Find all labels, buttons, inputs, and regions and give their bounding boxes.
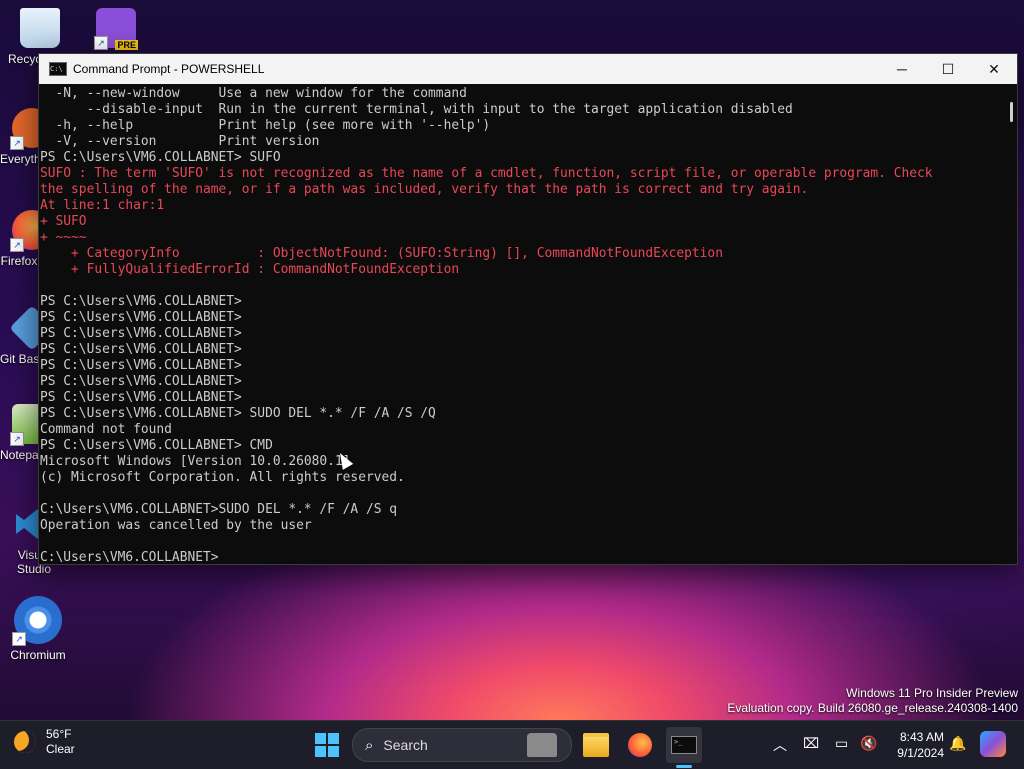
visual-studio-icon: ↗ PRE [94, 8, 138, 50]
console-line: PS C:\Users\VM6.COLLABNET> [40, 294, 242, 309]
weather-widget[interactable]: 56°F Clear [14, 727, 75, 757]
desktop-icon-chromium[interactable]: ↗ Chromium [6, 596, 70, 662]
shortcut-arrow-icon: ↗ [12, 632, 26, 646]
console-line: the spelling of the name, or if a path w… [40, 182, 809, 197]
desktop-icon-label: Notepad++ [0, 448, 38, 462]
console-line: --disable-input Run in the current termi… [40, 102, 793, 117]
console-line: Command not found [40, 422, 172, 437]
display-icon[interactable]: ▭ [835, 735, 848, 752]
console-line: PS C:\Users\VM6.COLLABNET> [40, 390, 242, 405]
minimize-button[interactable]: ─ [879, 54, 925, 84]
weather-description: Clear [46, 742, 75, 756]
console-line: PS C:\Users\VM6.COLLABNET> [40, 374, 242, 389]
console-line: PS C:\Users\VM6.COLLABNET> SUDO DEL *.* … [40, 406, 436, 421]
maximize-button[interactable]: ☐ [925, 54, 971, 84]
firefox-icon [628, 733, 652, 757]
shortcut-arrow-icon: ↗ [10, 238, 24, 252]
start-icon [315, 733, 339, 757]
weather-temperature: 56°F [46, 727, 72, 741]
network-icon[interactable]: ⌧ [803, 735, 819, 752]
recycle-bin-icon [20, 8, 60, 48]
taskbar-file-explorer[interactable] [578, 727, 614, 763]
chromium-icon: ↗ [12, 596, 62, 646]
console-line: At line:1 char:1 [40, 198, 165, 213]
preview-badge: PRE [115, 40, 138, 50]
search-icon: ⌕ [365, 736, 374, 754]
console-line: PS C:\Users\VM6.COLLABNET> [40, 310, 242, 325]
command-prompt-window[interactable]: C:\ Command Prompt - POWERSHELL ─ ☐ ✕ -N… [38, 53, 1018, 565]
watermark-line1: Windows 11 Pro Insider Preview [846, 686, 1018, 700]
console-line: + CategoryInfo : ObjectNotFound: (SUFO:S… [40, 246, 723, 261]
window-title: Command Prompt - POWERSHELL [73, 62, 265, 76]
taskbar-firefox[interactable] [622, 727, 658, 763]
console-line: PS C:\Users\VM6.COLLABNET> [40, 326, 242, 341]
command-prompt-icon: C:\ [49, 62, 67, 76]
clock-time: 8:43 AM [899, 730, 944, 744]
console-line: PS C:\Users\VM6.COLLABNET> [40, 342, 242, 357]
shortcut-arrow-icon: ↗ [10, 432, 24, 446]
console-line: C:\Users\VM6.COLLABNET> [40, 550, 219, 564]
copilot-icon[interactable] [980, 731, 1006, 757]
console-line: C:\Users\VM6.COLLABNET>SUDO DEL *.* /F /… [40, 502, 397, 517]
clock-date: 9/1/2024 [897, 746, 944, 760]
close-button[interactable]: ✕ [971, 54, 1017, 84]
console-output[interactable]: -N, --new-window Use a new window for th… [39, 84, 1005, 564]
watermark-line2: Evaluation copy. Build 26080.ge_release.… [727, 701, 1018, 715]
desktop-icon-label: Chromium [10, 648, 66, 662]
moon-icon [14, 731, 36, 753]
console-line: -V, --version Print version [40, 134, 320, 149]
console-line: PS C:\Users\VM6.COLLABNET> CMD [40, 438, 273, 453]
search-highlight-icon [527, 733, 557, 757]
desktop-icon-label: Git Bash [0, 352, 38, 366]
console-line: PS C:\Users\VM6.COLLABNET> SUFO [40, 150, 281, 165]
taskbar-terminal[interactable]: >_ [666, 727, 702, 763]
search-label: Search [383, 737, 428, 753]
window-titlebar[interactable]: C:\ Command Prompt - POWERSHELL ─ ☐ ✕ [39, 54, 1017, 84]
console-line: + ~~~~ [40, 230, 87, 245]
console-line: SUFO : The term 'SUFO' is not recognized… [40, 166, 933, 181]
file-explorer-icon [583, 733, 609, 757]
desktop-icon-label: Firefox [0, 254, 38, 268]
start-button[interactable] [309, 727, 345, 763]
taskbar-search-box[interactable]: ⌕ Search [352, 728, 572, 762]
shortcut-arrow-icon: ↗ [94, 36, 108, 50]
console-line: (c) Microsoft Corporation. All rights re… [40, 470, 405, 485]
console-line: + FullyQualifiedErrorId : CommandNotFoun… [40, 262, 460, 277]
console-line: Operation was cancelled by the user [40, 518, 312, 533]
console-line: + SUFO [40, 214, 87, 229]
shortcut-arrow-icon: ↗ [10, 136, 24, 150]
evaluation-watermark: Windows 11 Pro Insider Preview Evaluatio… [727, 686, 1018, 716]
desktop-icon-visual-studio-preview[interactable]: ↗ PRE [84, 8, 148, 52]
console-line: PS C:\Users\VM6.COLLABNET> [40, 358, 242, 373]
show-hidden-icons-chevron-up-icon[interactable]: ︿ [773, 735, 787, 755]
desktop-icon-label: Everything [0, 152, 38, 166]
console-line: Microsoft Windows [Version 10.0.26080.1] [40, 454, 351, 469]
volume-icon[interactable]: 🔇 [860, 735, 877, 752]
console-line: -h, --help Print help (see more with '--… [40, 118, 491, 133]
taskbar: 56°F Clear ⌕ Search >_ ︿ ⌧ ▭ 🔇 8:43 AM 9… [0, 720, 1024, 769]
terminal-icon: >_ [671, 736, 697, 754]
scrollbar-thumb[interactable] [1010, 102, 1013, 122]
console-line: -N, --new-window Use a new window for th… [40, 86, 467, 101]
notification-bell-icon[interactable]: 🔔 [949, 735, 966, 752]
system-clock[interactable]: 8:43 AM 9/1/2024 [888, 729, 944, 761]
